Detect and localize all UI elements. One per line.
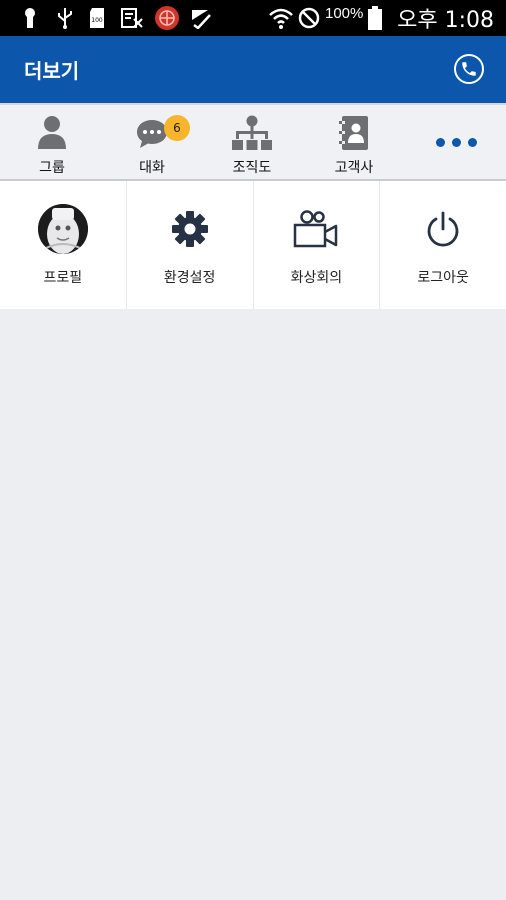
battery-percent: 100% [325,5,364,22]
address-book-icon [338,115,370,155]
menu-item-settings[interactable]: 환경설정 [127,181,254,309]
tab-group-label: 그룹 [39,160,65,176]
menu-grid: 프로필 환경설정 화상회의 로그아웃 [0,181,506,309]
tab-chat[interactable]: 6 대화 [102,105,202,181]
wifi-icon [268,6,294,30]
usb-icon [56,6,74,30]
status-bar: 100 100% 오후 1:08 [0,0,506,36]
menu-item-video-conference[interactable]: 화상회의 [254,181,381,309]
org-chart-icon [232,115,272,157]
battery-icon [368,6,382,30]
power-icon [417,203,469,255]
chat-icon [136,119,168,153]
menu-item-video-conference-label: 화상회의 [290,270,343,286]
menu-item-logout-label: 로그아웃 [417,270,469,286]
red-app-icon [154,6,180,30]
blocked-icon [298,6,320,30]
tab-customers[interactable]: 고객사 [304,105,404,181]
svg-text:100: 100 [91,17,103,24]
app-bar: 더보기 [0,36,506,103]
menu-item-profile-label: 프로필 [43,270,83,286]
tab-chat-label: 대화 [139,160,165,176]
clock: 오후 1:08 [397,8,494,33]
sd-card-icon: 100 [88,6,108,30]
phone-icon [460,60,478,78]
tab-customers-label: 고객사 [334,160,374,176]
avatar [37,203,89,255]
phone-button[interactable] [454,54,484,84]
page-title: 더보기 [24,59,80,83]
tab-bar: 그룹 6 대화 조직도 고객사 [0,103,506,181]
keyhole-icon [22,6,38,30]
more-icon[interactable] [436,138,477,147]
tab-org-chart[interactable]: 조직도 [202,105,302,181]
checklist-icon [190,6,212,30]
document-x-icon [120,6,144,30]
person-icon [37,115,67,155]
menu-item-settings-label: 환경설정 [163,270,216,286]
menu-item-logout[interactable]: 로그아웃 [380,181,506,309]
gear-icon [164,203,216,255]
unread-badge: 6 [164,115,190,141]
tab-group[interactable]: 그룹 [2,105,102,181]
video-camera-icon [290,203,342,255]
menu-item-profile[interactable]: 프로필 [0,181,127,309]
tab-org-chart-label: 조직도 [232,160,272,176]
